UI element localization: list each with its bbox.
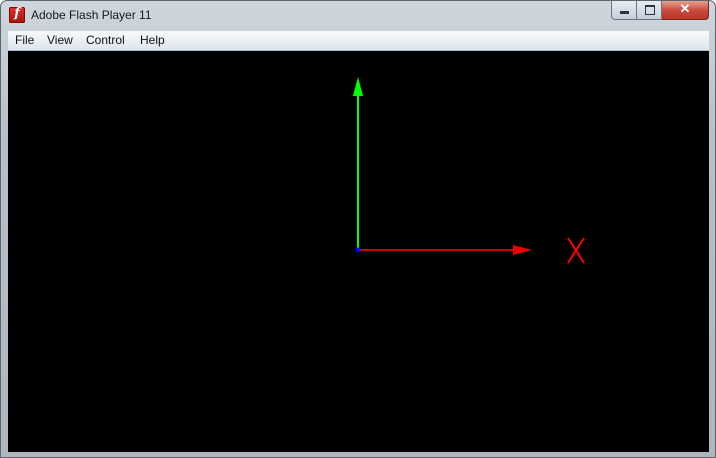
origin-point	[355, 247, 361, 253]
minimize-icon	[620, 11, 629, 14]
title-bar[interactable]: f Adobe Flash Player 11 ✕	[1, 1, 715, 31]
menu-file[interactable]: File	[15, 33, 34, 47]
axes-canvas	[353, 77, 585, 264]
x-cross-marker	[567, 237, 585, 264]
menu-help[interactable]: Help	[140, 33, 165, 47]
menu-bar: File View Control Help	[8, 31, 709, 51]
window-controls: ✕	[611, 1, 709, 21]
window-title: Adobe Flash Player 11	[31, 8, 152, 22]
maximize-icon	[645, 5, 655, 15]
minimize-button[interactable]	[611, 1, 637, 20]
flash-player-icon[interactable]: f	[9, 6, 25, 23]
menu-control[interactable]: Control	[86, 33, 125, 47]
close-button[interactable]: ✕	[662, 1, 709, 20]
close-icon: ✕	[679, 1, 691, 16]
flash-player-window: f Adobe Flash Player 11 ✕ File View Cont…	[0, 0, 716, 458]
maximize-button[interactable]	[637, 1, 662, 20]
menu-view[interactable]: View	[47, 33, 73, 47]
flash-stage[interactable]	[8, 51, 709, 452]
x-axis-arrowhead	[513, 245, 532, 255]
y-axis-arrowhead	[353, 77, 363, 96]
